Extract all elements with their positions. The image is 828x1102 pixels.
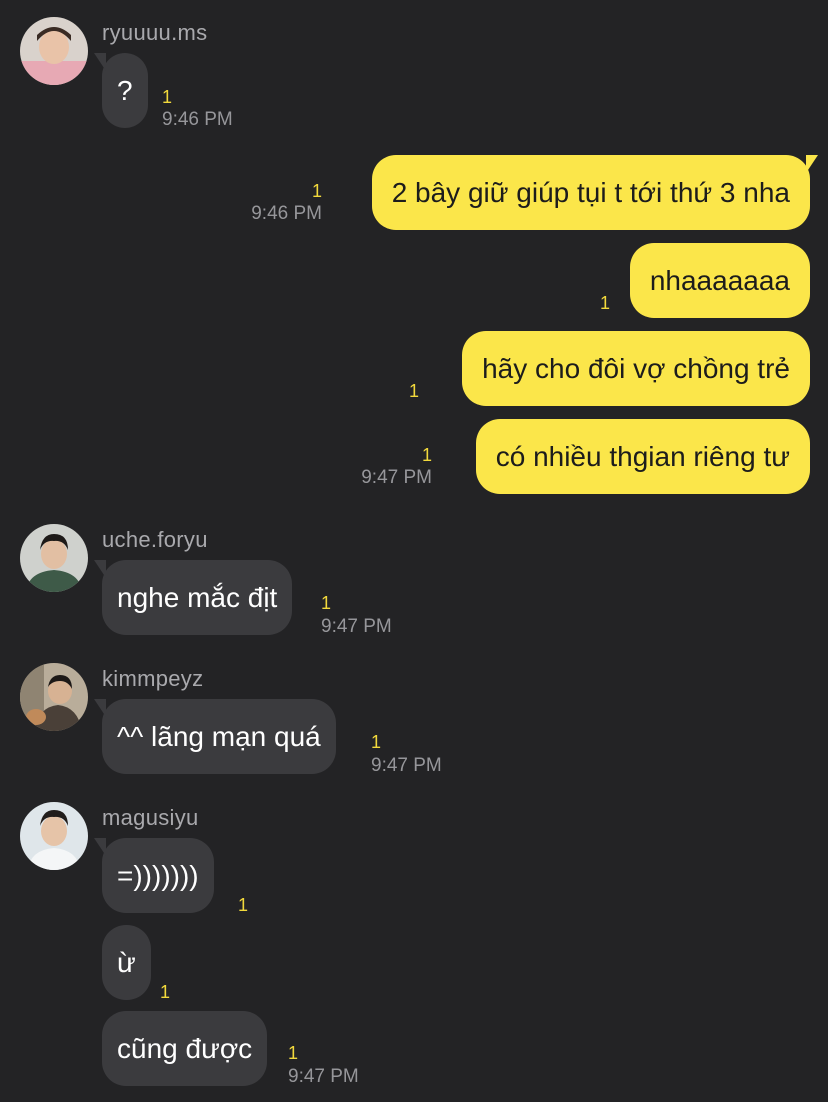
avatar-photo-kimmpeyz (20, 663, 88, 731)
unread-count: 1 (408, 381, 419, 401)
message-bubble[interactable]: ^^ lãng mạn quá (94, 699, 336, 774)
avatar-photo-ryuuuu (20, 17, 88, 85)
sender-name: uche.foryu (102, 527, 208, 552)
sender-name: magusiyu (102, 805, 199, 830)
avatar-photo-uche (20, 524, 88, 592)
unread-count: 1 (371, 732, 382, 752)
unread-count: 1 (421, 445, 432, 465)
message-time: 9:46 PM (251, 203, 322, 224)
message-time: 9:47 PM (288, 1066, 359, 1087)
unread-count: 1 (321, 593, 332, 613)
unread-count: 1 (160, 982, 171, 1002)
message-bubble[interactable]: =))))))) (94, 838, 214, 913)
chat-thread[interactable]: ryuuuu.ms ? 1 9:46 PM 2 bây giữ giúp tụi… (0, 0, 828, 1102)
message-time: 9:47 PM (321, 616, 392, 637)
message-bubble-outgoing[interactable]: 2 bây giữ giúp tụi t tới thứ 3 nha (371, 155, 819, 230)
unread-count: 1 (288, 1043, 299, 1063)
message-bubble-outgoing[interactable]: nhaaaaaaa (629, 243, 810, 318)
message-bubble[interactable]: ừ (102, 925, 151, 1000)
avatar-kimmpeyz[interactable] (20, 663, 88, 731)
message-bubble-outgoing[interactable]: có nhiều thgian riêng tư (475, 419, 810, 494)
message-time: 9:47 PM (371, 755, 442, 776)
avatar-ryuuuu[interactable] (20, 17, 88, 85)
message-bubble[interactable]: cũng được (102, 1011, 268, 1086)
avatar-uche[interactable] (20, 524, 88, 592)
unread-count: 1 (162, 87, 173, 107)
avatar-magusiyu[interactable] (20, 802, 88, 870)
sender-name: kimmpeyz (102, 666, 204, 691)
message-time: 9:47 PM (361, 467, 432, 488)
sender-name: ryuuuu.ms (102, 20, 208, 45)
unread-count: 1 (238, 895, 249, 915)
message-time: 9:46 PM (162, 109, 233, 130)
message-bubble[interactable]: ? (94, 53, 148, 128)
message-bubble-outgoing[interactable]: hãy cho đôi vợ chồng trẻ (462, 331, 810, 406)
message-bubble[interactable]: nghe mắc địt (93, 560, 293, 635)
avatar-photo-magusiyu (20, 802, 88, 870)
unread-count: 1 (599, 293, 610, 313)
unread-count: 1 (311, 181, 322, 201)
